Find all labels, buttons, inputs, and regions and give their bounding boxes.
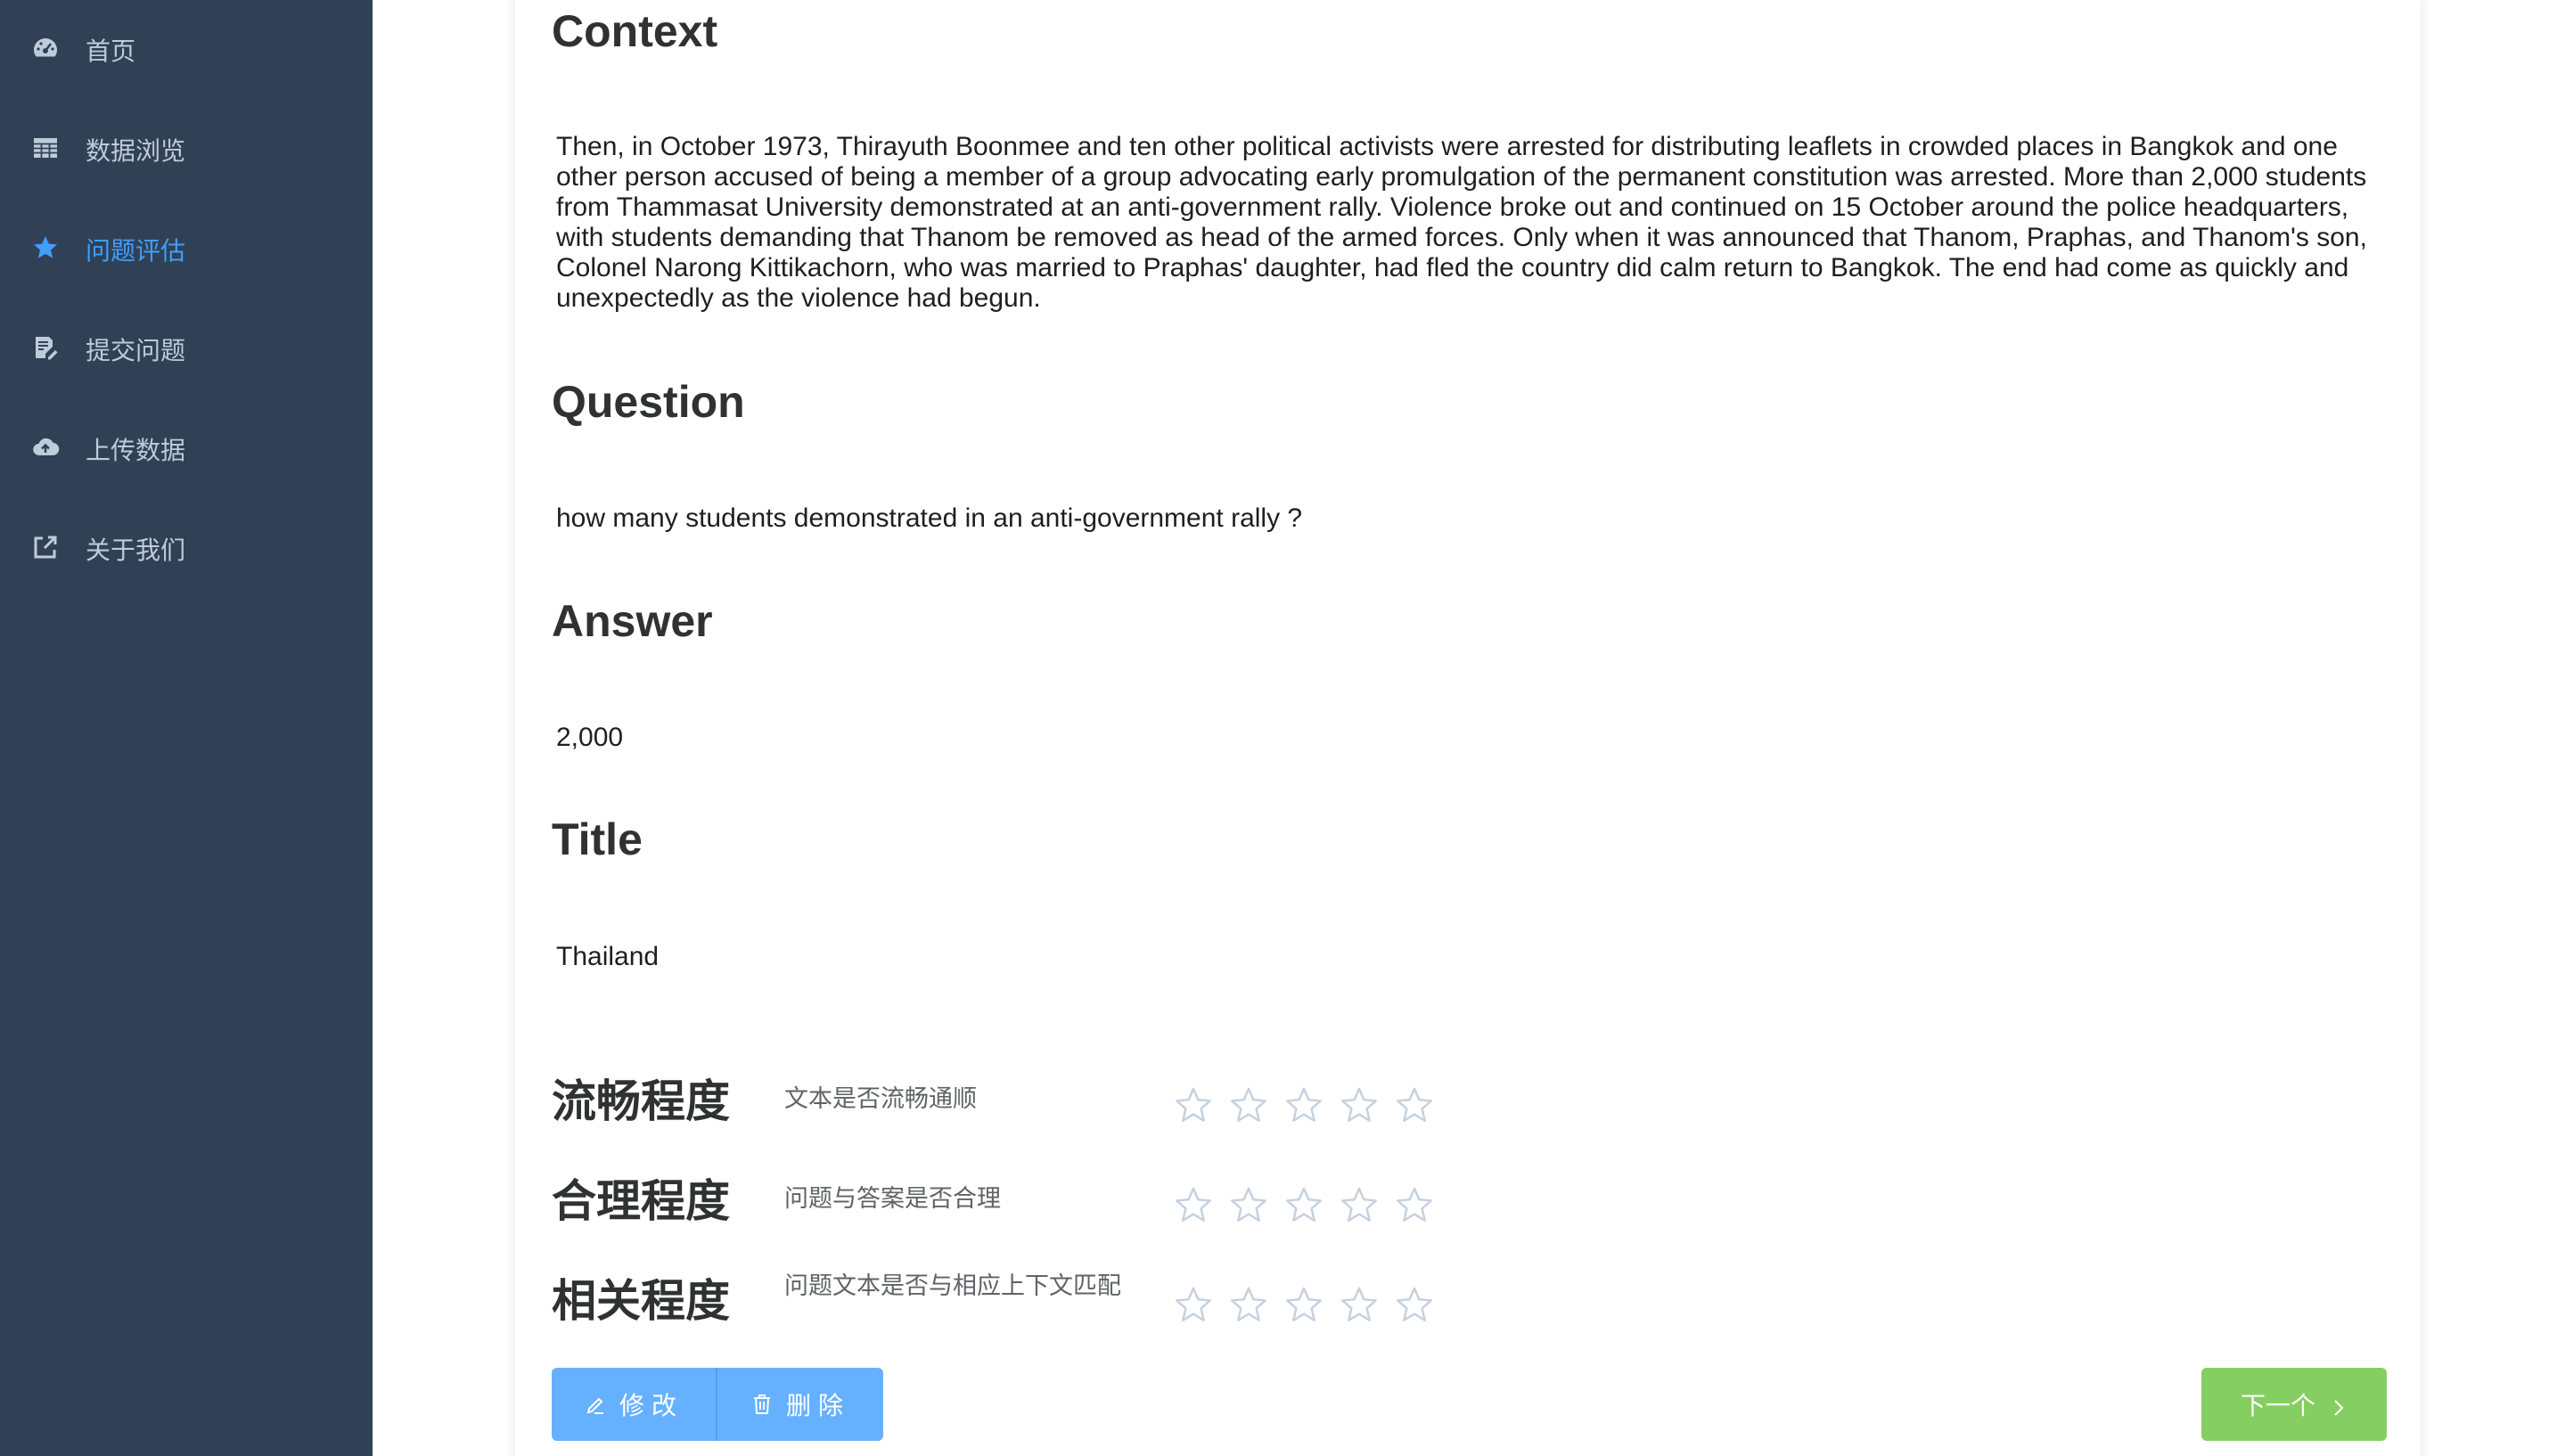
star-outline-icon[interactable] bbox=[1394, 1185, 1435, 1226]
next-button[interactable]: 下一个 bbox=[2201, 1368, 2387, 1441]
context-text: Then, in October 1973, Thirayuth Boonmee… bbox=[556, 132, 2367, 313]
star-outline-icon[interactable] bbox=[1339, 1085, 1380, 1126]
trash-icon bbox=[750, 1393, 774, 1416]
sidebar-item-submit[interactable]: 提交问题 bbox=[0, 299, 373, 399]
star-outline-icon[interactable] bbox=[1173, 1185, 1214, 1226]
star-outline-icon[interactable] bbox=[1173, 1285, 1214, 1326]
sidebar-item-home[interactable]: 首页 bbox=[0, 0, 373, 100]
reasonableness-description: 问题与答案是否合理 bbox=[784, 1185, 1001, 1213]
dashboard-icon bbox=[30, 33, 61, 63]
title-text: Thailand bbox=[556, 942, 660, 971]
star-outline-icon[interactable] bbox=[1228, 1285, 1269, 1326]
relevance-description: 问题文本是否与相应上下文匹配 bbox=[784, 1272, 1121, 1300]
star-outline-icon[interactable] bbox=[1394, 1285, 1435, 1326]
next-button-label: 下一个 bbox=[2240, 1391, 2315, 1420]
sidebar-item-label: 首页 bbox=[86, 37, 136, 66]
sidebar: 首页 数据浏览 问题评估 提交问题 上传数据 关于我们 bbox=[0, 0, 373, 1456]
relevance-star-rating[interactable] bbox=[1173, 1285, 1435, 1326]
question-text: how many students demonstrated in an ant… bbox=[556, 503, 1303, 533]
edit-button[interactable]: 修改 bbox=[552, 1368, 717, 1441]
star-outline-icon[interactable] bbox=[1283, 1285, 1324, 1326]
sidebar-item-label: 上传数据 bbox=[86, 436, 186, 465]
relevance-label: 相关程度 bbox=[552, 1275, 730, 1327]
title-heading: Title bbox=[552, 814, 643, 864]
reasonableness-star-rating[interactable] bbox=[1173, 1185, 1435, 1226]
sidebar-item-upload[interactable]: 上传数据 bbox=[0, 399, 373, 499]
fluency-description: 文本是否流畅通顺 bbox=[784, 1085, 977, 1113]
star-outline-icon[interactable] bbox=[1283, 1085, 1324, 1126]
sidebar-item-evaluate[interactable]: 问题评估 bbox=[0, 200, 373, 299]
delete-button-label: 删除 bbox=[785, 1391, 850, 1420]
fluency-label: 流畅程度 bbox=[552, 1076, 730, 1127]
answer-heading: Answer bbox=[552, 596, 713, 646]
question-heading: Question bbox=[552, 377, 745, 427]
context-heading: Context bbox=[552, 6, 718, 56]
star-outline-icon[interactable] bbox=[1228, 1185, 1269, 1226]
edit-document-icon bbox=[30, 332, 61, 363]
reasonableness-label: 合理程度 bbox=[552, 1175, 730, 1227]
external-link-icon bbox=[30, 532, 61, 562]
delete-button[interactable]: 删除 bbox=[717, 1368, 883, 1441]
sidebar-item-label: 问题评估 bbox=[86, 236, 186, 266]
cloud-upload-icon bbox=[30, 432, 61, 462]
sidebar-item-label: 关于我们 bbox=[86, 536, 186, 565]
answer-text: 2,000 bbox=[556, 723, 624, 752]
chevron-right-icon bbox=[2328, 1395, 2348, 1416]
star-outline-icon[interactable] bbox=[1339, 1185, 1380, 1226]
star-outline-icon[interactable] bbox=[1173, 1085, 1214, 1126]
app-root: 首页 数据浏览 问题评估 提交问题 上传数据 关于我们 Context Then… bbox=[0, 0, 2565, 1456]
action-button-group: 修改 删除 bbox=[552, 1368, 883, 1441]
sidebar-item-about[interactable]: 关于我们 bbox=[0, 499, 373, 599]
star-icon bbox=[30, 233, 61, 263]
fluency-star-rating[interactable] bbox=[1173, 1085, 1435, 1126]
star-outline-icon[interactable] bbox=[1283, 1185, 1324, 1226]
table-grid-icon bbox=[30, 133, 61, 163]
sidebar-item-data-browse[interactable]: 数据浏览 bbox=[0, 100, 373, 200]
star-outline-icon[interactable] bbox=[1228, 1085, 1269, 1126]
edit-pencil-icon bbox=[584, 1393, 607, 1416]
star-outline-icon[interactable] bbox=[1339, 1285, 1380, 1326]
star-outline-icon[interactable] bbox=[1394, 1085, 1435, 1126]
sidebar-item-label: 提交问题 bbox=[86, 336, 186, 365]
sidebar-item-label: 数据浏览 bbox=[86, 136, 186, 166]
edit-button-label: 修改 bbox=[619, 1391, 684, 1420]
